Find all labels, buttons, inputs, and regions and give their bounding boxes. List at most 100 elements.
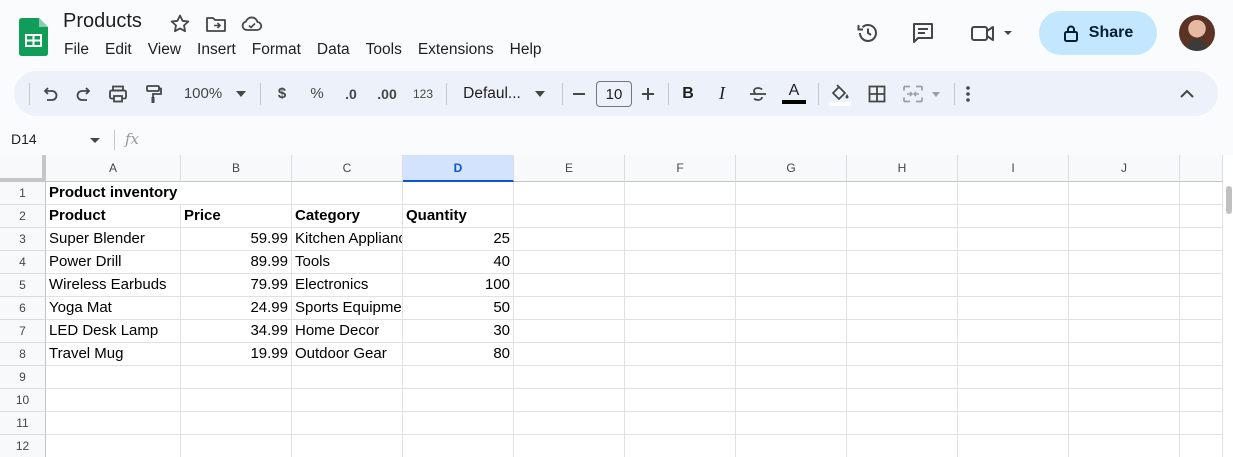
cell-b9[interactable]	[181, 366, 292, 389]
cell-k1[interactable]	[1180, 182, 1223, 205]
cell-f8[interactable]	[625, 343, 736, 366]
select-all-corner[interactable]	[0, 155, 46, 182]
column-header-g[interactable]: G	[736, 155, 847, 182]
cell-i9[interactable]	[958, 366, 1069, 389]
cell-k10[interactable]	[1180, 389, 1223, 412]
row-header-12[interactable]: 12	[0, 435, 46, 457]
collapse-toolbar-icon[interactable]	[1176, 71, 1198, 116]
more-formats-button[interactable]: 123	[410, 71, 436, 116]
cell-b5[interactable]: 79.99	[181, 274, 292, 297]
cell-j10[interactable]	[1069, 389, 1180, 412]
cell-f3[interactable]	[625, 228, 736, 251]
borders-icon[interactable]	[865, 71, 889, 116]
cell-e10[interactable]	[514, 389, 625, 412]
menu-format[interactable]: Format	[244, 40, 309, 60]
text-color-button[interactable]: A	[780, 71, 808, 116]
cell-b1[interactable]	[181, 182, 292, 205]
cell-e1[interactable]	[514, 182, 625, 205]
cell-i7[interactable]	[958, 320, 1069, 343]
cell-h6[interactable]	[847, 297, 958, 320]
decrease-font-size-icon[interactable]	[569, 71, 589, 116]
cell-h3[interactable]	[847, 228, 958, 251]
cell-a8[interactable]: Travel Mug	[46, 343, 181, 366]
menu-help[interactable]: Help	[502, 40, 550, 60]
cell-a11[interactable]	[46, 412, 181, 435]
column-header-c[interactable]: C	[292, 155, 403, 182]
merge-cells-icon[interactable]	[900, 71, 944, 116]
cell-i12[interactable]	[958, 435, 1069, 457]
cell-i4[interactable]	[958, 251, 1069, 274]
cell-a1[interactable]: Product inventory	[46, 182, 181, 205]
column-header-d[interactable]: D	[403, 155, 514, 182]
column-header-f[interactable]: F	[625, 155, 736, 182]
cell-h12[interactable]	[847, 435, 958, 457]
row-header-9[interactable]: 9	[0, 366, 46, 389]
print-icon[interactable]	[106, 71, 130, 116]
cell-a7[interactable]: LED Desk Lamp	[46, 320, 181, 343]
cell-d7[interactable]: 30	[403, 320, 514, 343]
cell-h11[interactable]	[847, 412, 958, 435]
currency-format-button[interactable]: $	[270, 71, 294, 116]
cell-h7[interactable]	[847, 320, 958, 343]
cell-h8[interactable]	[847, 343, 958, 366]
cell-g4[interactable]	[736, 251, 847, 274]
cell-j9[interactable]	[1069, 366, 1180, 389]
cell-c1[interactable]	[292, 182, 403, 205]
cell-f7[interactable]	[625, 320, 736, 343]
cell-g10[interactable]	[736, 389, 847, 412]
cell-a12[interactable]	[46, 435, 181, 457]
cell-a4[interactable]: Power Drill	[46, 251, 181, 274]
zoom-select[interactable]: 100%	[179, 71, 227, 116]
column-header-b[interactable]: B	[181, 155, 292, 182]
cell-g11[interactable]	[736, 412, 847, 435]
cell-d5[interactable]: 100	[403, 274, 514, 297]
meet-video-icon[interactable]	[969, 20, 1015, 46]
row-header-2[interactable]: 2	[0, 205, 46, 228]
cell-e3[interactable]	[514, 228, 625, 251]
row-header-11[interactable]: 11	[0, 412, 46, 435]
column-header-e[interactable]: E	[514, 155, 625, 182]
cell-c9[interactable]	[292, 366, 403, 389]
cell-g2[interactable]	[736, 205, 847, 228]
menu-insert[interactable]: Insert	[189, 40, 244, 60]
cell-c12[interactable]	[292, 435, 403, 457]
cell-b2[interactable]: Price	[181, 205, 292, 228]
cell-b6[interactable]: 24.99	[181, 297, 292, 320]
cell-d6[interactable]: 50	[403, 297, 514, 320]
cell-d12[interactable]	[403, 435, 514, 457]
cell-h9[interactable]	[847, 366, 958, 389]
cell-e7[interactable]	[514, 320, 625, 343]
row-header-4[interactable]: 4	[0, 251, 46, 274]
cell-f11[interactable]	[625, 412, 736, 435]
cell-h10[interactable]	[847, 389, 958, 412]
cell-b12[interactable]	[181, 435, 292, 457]
menu-edit[interactable]: Edit	[97, 40, 140, 60]
cell-k7[interactable]	[1180, 320, 1223, 343]
cell-j1[interactable]	[1069, 182, 1180, 205]
cell-g8[interactable]	[736, 343, 847, 366]
cell-c6[interactable]: Sports Equipment	[292, 297, 403, 320]
cell-b3[interactable]: 59.99	[181, 228, 292, 251]
cloud-saved-icon[interactable]	[240, 12, 264, 36]
menu-extensions[interactable]: Extensions	[410, 40, 502, 60]
cell-i2[interactable]	[958, 205, 1069, 228]
cell-f10[interactable]	[625, 389, 736, 412]
cell-j3[interactable]	[1069, 228, 1180, 251]
cell-i1[interactable]	[958, 182, 1069, 205]
cell-b7[interactable]: 34.99	[181, 320, 292, 343]
cell-b10[interactable]	[181, 389, 292, 412]
name-box-chevron-down-icon[interactable]	[90, 138, 100, 143]
zoom-chevron-down-icon[interactable]	[234, 71, 248, 116]
cell-h2[interactable]	[847, 205, 958, 228]
scrollbar-thumb[interactable]	[1226, 186, 1232, 214]
cell-g3[interactable]	[736, 228, 847, 251]
cell-a9[interactable]	[46, 366, 181, 389]
cell-k2[interactable]	[1180, 205, 1223, 228]
cell-c4[interactable]: Tools	[292, 251, 403, 274]
cell-g1[interactable]	[736, 182, 847, 205]
cell-e2[interactable]	[514, 205, 625, 228]
row-header-3[interactable]: 3	[0, 228, 46, 251]
sheets-logo-icon[interactable]	[19, 18, 48, 56]
cell-i8[interactable]	[958, 343, 1069, 366]
cell-f4[interactable]	[625, 251, 736, 274]
